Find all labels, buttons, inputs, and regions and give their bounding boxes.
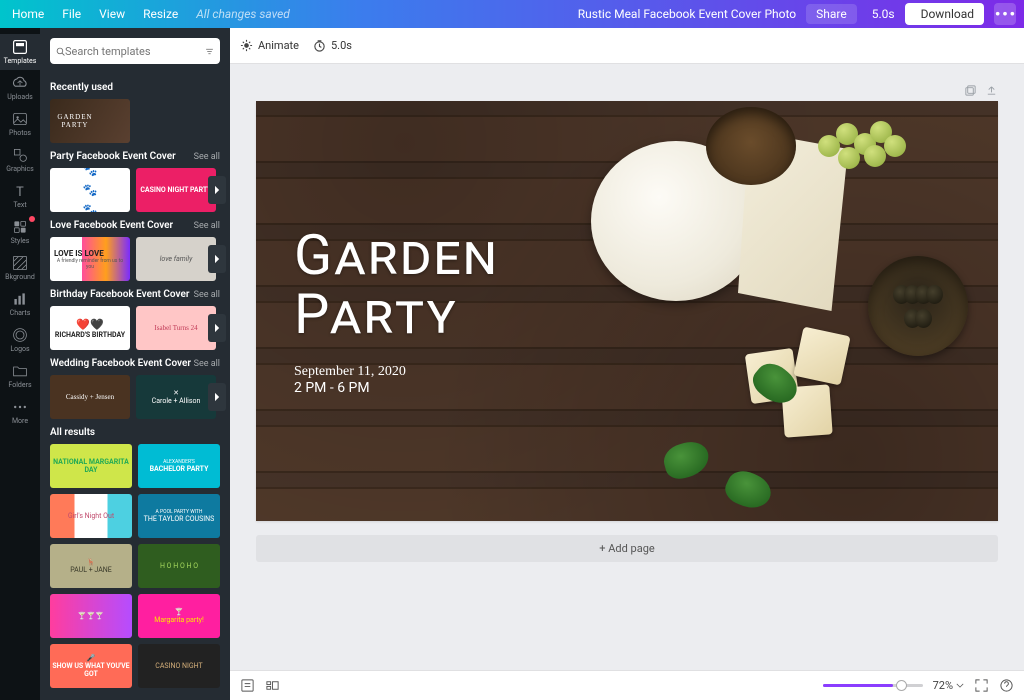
zoom-value[interactable]: 72%: [933, 679, 964, 692]
template-thumb[interactable]: NATIONAL MARGARITA DAY: [50, 444, 132, 488]
event-date: September 11, 2020: [294, 364, 499, 380]
play-button[interactable]: 5.0s: [867, 7, 895, 21]
section-love: Love Facebook Event Cover: [50, 220, 173, 231]
zoom-slider[interactable]: [823, 684, 923, 687]
download-button[interactable]: Download: [905, 3, 984, 25]
animate-icon: [240, 39, 253, 52]
upload-page-icon[interactable]: [985, 84, 998, 97]
scroll-right[interactable]: [208, 245, 226, 273]
animate-button[interactable]: Animate: [240, 39, 299, 52]
template-thumb[interactable]: GARDEN PARTY: [50, 99, 130, 143]
template-thumb[interactable]: ❤️🖤RICHARD'S BIRTHDAY: [50, 306, 130, 350]
template-thumb[interactable]: Girl's Night Out: [50, 494, 132, 538]
template-thumb[interactable]: 🍸🍸🍸: [50, 594, 132, 638]
template-thumb[interactable]: ✕Carole + Allison: [136, 375, 216, 419]
section-recent: Recently used: [50, 82, 113, 93]
clock-icon: [313, 39, 326, 52]
bowl-dip: [706, 107, 796, 185]
template-thumb[interactable]: ALEXANDER'SBACHELOR PARTY: [138, 444, 220, 488]
section-birthday: Birthday Facebook Event Cover: [50, 289, 189, 300]
section-party: Party Facebook Event Cover: [50, 151, 176, 162]
page-actions: [256, 84, 998, 97]
template-thumb[interactable]: CASINO NIGHT: [138, 644, 220, 688]
rail-more[interactable]: More: [0, 394, 40, 430]
menu-view[interactable]: View: [99, 7, 125, 21]
title-block[interactable]: GardenParty September 11, 2020 2 PM - 6 …: [294, 226, 499, 396]
rail-bkground[interactable]: Bkground: [0, 250, 40, 286]
document-title[interactable]: Rustic Meal Facebook Event Cover Photo: [578, 7, 796, 21]
template-thumb[interactable]: CASINO NIGHT PARTY: [136, 168, 216, 212]
add-page-button[interactable]: + Add page: [256, 535, 998, 562]
template-thumb[interactable]: Cassidy + Jensen: [50, 375, 130, 419]
template-thumb[interactable]: A POOL PARTY WITHTHE TAYLOR COUSINS: [138, 494, 220, 538]
template-thumb[interactable]: 🎤SHOW US WHAT YOU'VE GOT: [50, 644, 132, 688]
event-time: 2 PM - 6 PM: [294, 380, 499, 396]
canvas-area: Animate 5.0s: [230, 28, 1024, 700]
grapes: [818, 105, 958, 195]
see-all[interactable]: See all: [194, 221, 220, 231]
template-thumb[interactable]: 🍸Margarita party!: [138, 594, 220, 638]
timing-button[interactable]: 5.0s: [313, 39, 352, 52]
section-all: All results: [50, 427, 95, 438]
copy-page-icon[interactable]: [964, 84, 977, 97]
canvas-toolbar: Animate 5.0s: [230, 28, 1024, 64]
template-thumb[interactable]: love family: [136, 237, 216, 281]
scroll-right[interactable]: [208, 314, 226, 342]
template-thumb[interactable]: Isabel Turns 24: [136, 306, 216, 350]
grid-icon[interactable]: [265, 678, 280, 693]
template-thumb[interactable]: 🦌PAUL + JANE: [50, 544, 132, 588]
save-status: All changes saved: [196, 7, 290, 21]
home-button[interactable]: Home: [8, 7, 44, 21]
rail-logos[interactable]: Logos: [0, 322, 40, 358]
section-wedding: Wedding Facebook Event Cover: [50, 358, 191, 369]
rail-uploads[interactable]: Uploads: [0, 70, 40, 106]
rail-text[interactable]: TText: [0, 178, 40, 214]
template-thumb[interactable]: H O H O H O: [138, 544, 220, 588]
search-input-wrap[interactable]: [50, 38, 220, 64]
see-all[interactable]: See all: [194, 359, 220, 369]
see-all[interactable]: See all: [194, 290, 220, 300]
dots-icon: [994, 10, 1016, 17]
templates-panel: Recently used GARDEN PARTY Party Faceboo…: [40, 28, 230, 700]
side-rail: Templates Uploads Photos Graphics TText …: [0, 28, 40, 700]
search-icon: [56, 45, 65, 58]
rail-templates[interactable]: Templates: [0, 34, 40, 70]
template-thumb[interactable]: LOVE IS LOVE A friendly reminder from us…: [50, 237, 130, 281]
search-input[interactable]: [65, 45, 205, 58]
rail-photos[interactable]: Photos: [0, 106, 40, 142]
help-icon[interactable]: [999, 678, 1014, 693]
menu-resize[interactable]: Resize: [143, 7, 178, 21]
top-bar: Home File View Resize All changes saved …: [0, 0, 1024, 28]
rail-charts[interactable]: Charts: [0, 286, 40, 322]
artboard[interactable]: GardenParty September 11, 2020 2 PM - 6 …: [256, 101, 998, 521]
svg-text:T: T: [16, 185, 24, 199]
see-all[interactable]: See all: [194, 152, 220, 162]
bottom-bar: 72%: [230, 670, 1024, 700]
rail-graphics[interactable]: Graphics: [0, 142, 40, 178]
fullscreen-icon[interactable]: [974, 678, 989, 693]
rail-folders[interactable]: Folders: [0, 358, 40, 394]
more-button[interactable]: [994, 3, 1016, 25]
rail-styles[interactable]: Styles: [0, 214, 40, 250]
scroll-right[interactable]: [208, 176, 226, 204]
scroll-right[interactable]: [208, 383, 226, 411]
filter-icon[interactable]: [205, 45, 214, 58]
template-thumb[interactable]: 🐾🐾🐾: [50, 168, 130, 212]
share-button[interactable]: Share: [806, 4, 857, 24]
menu-file[interactable]: File: [62, 7, 81, 21]
notes-icon[interactable]: [240, 678, 255, 693]
